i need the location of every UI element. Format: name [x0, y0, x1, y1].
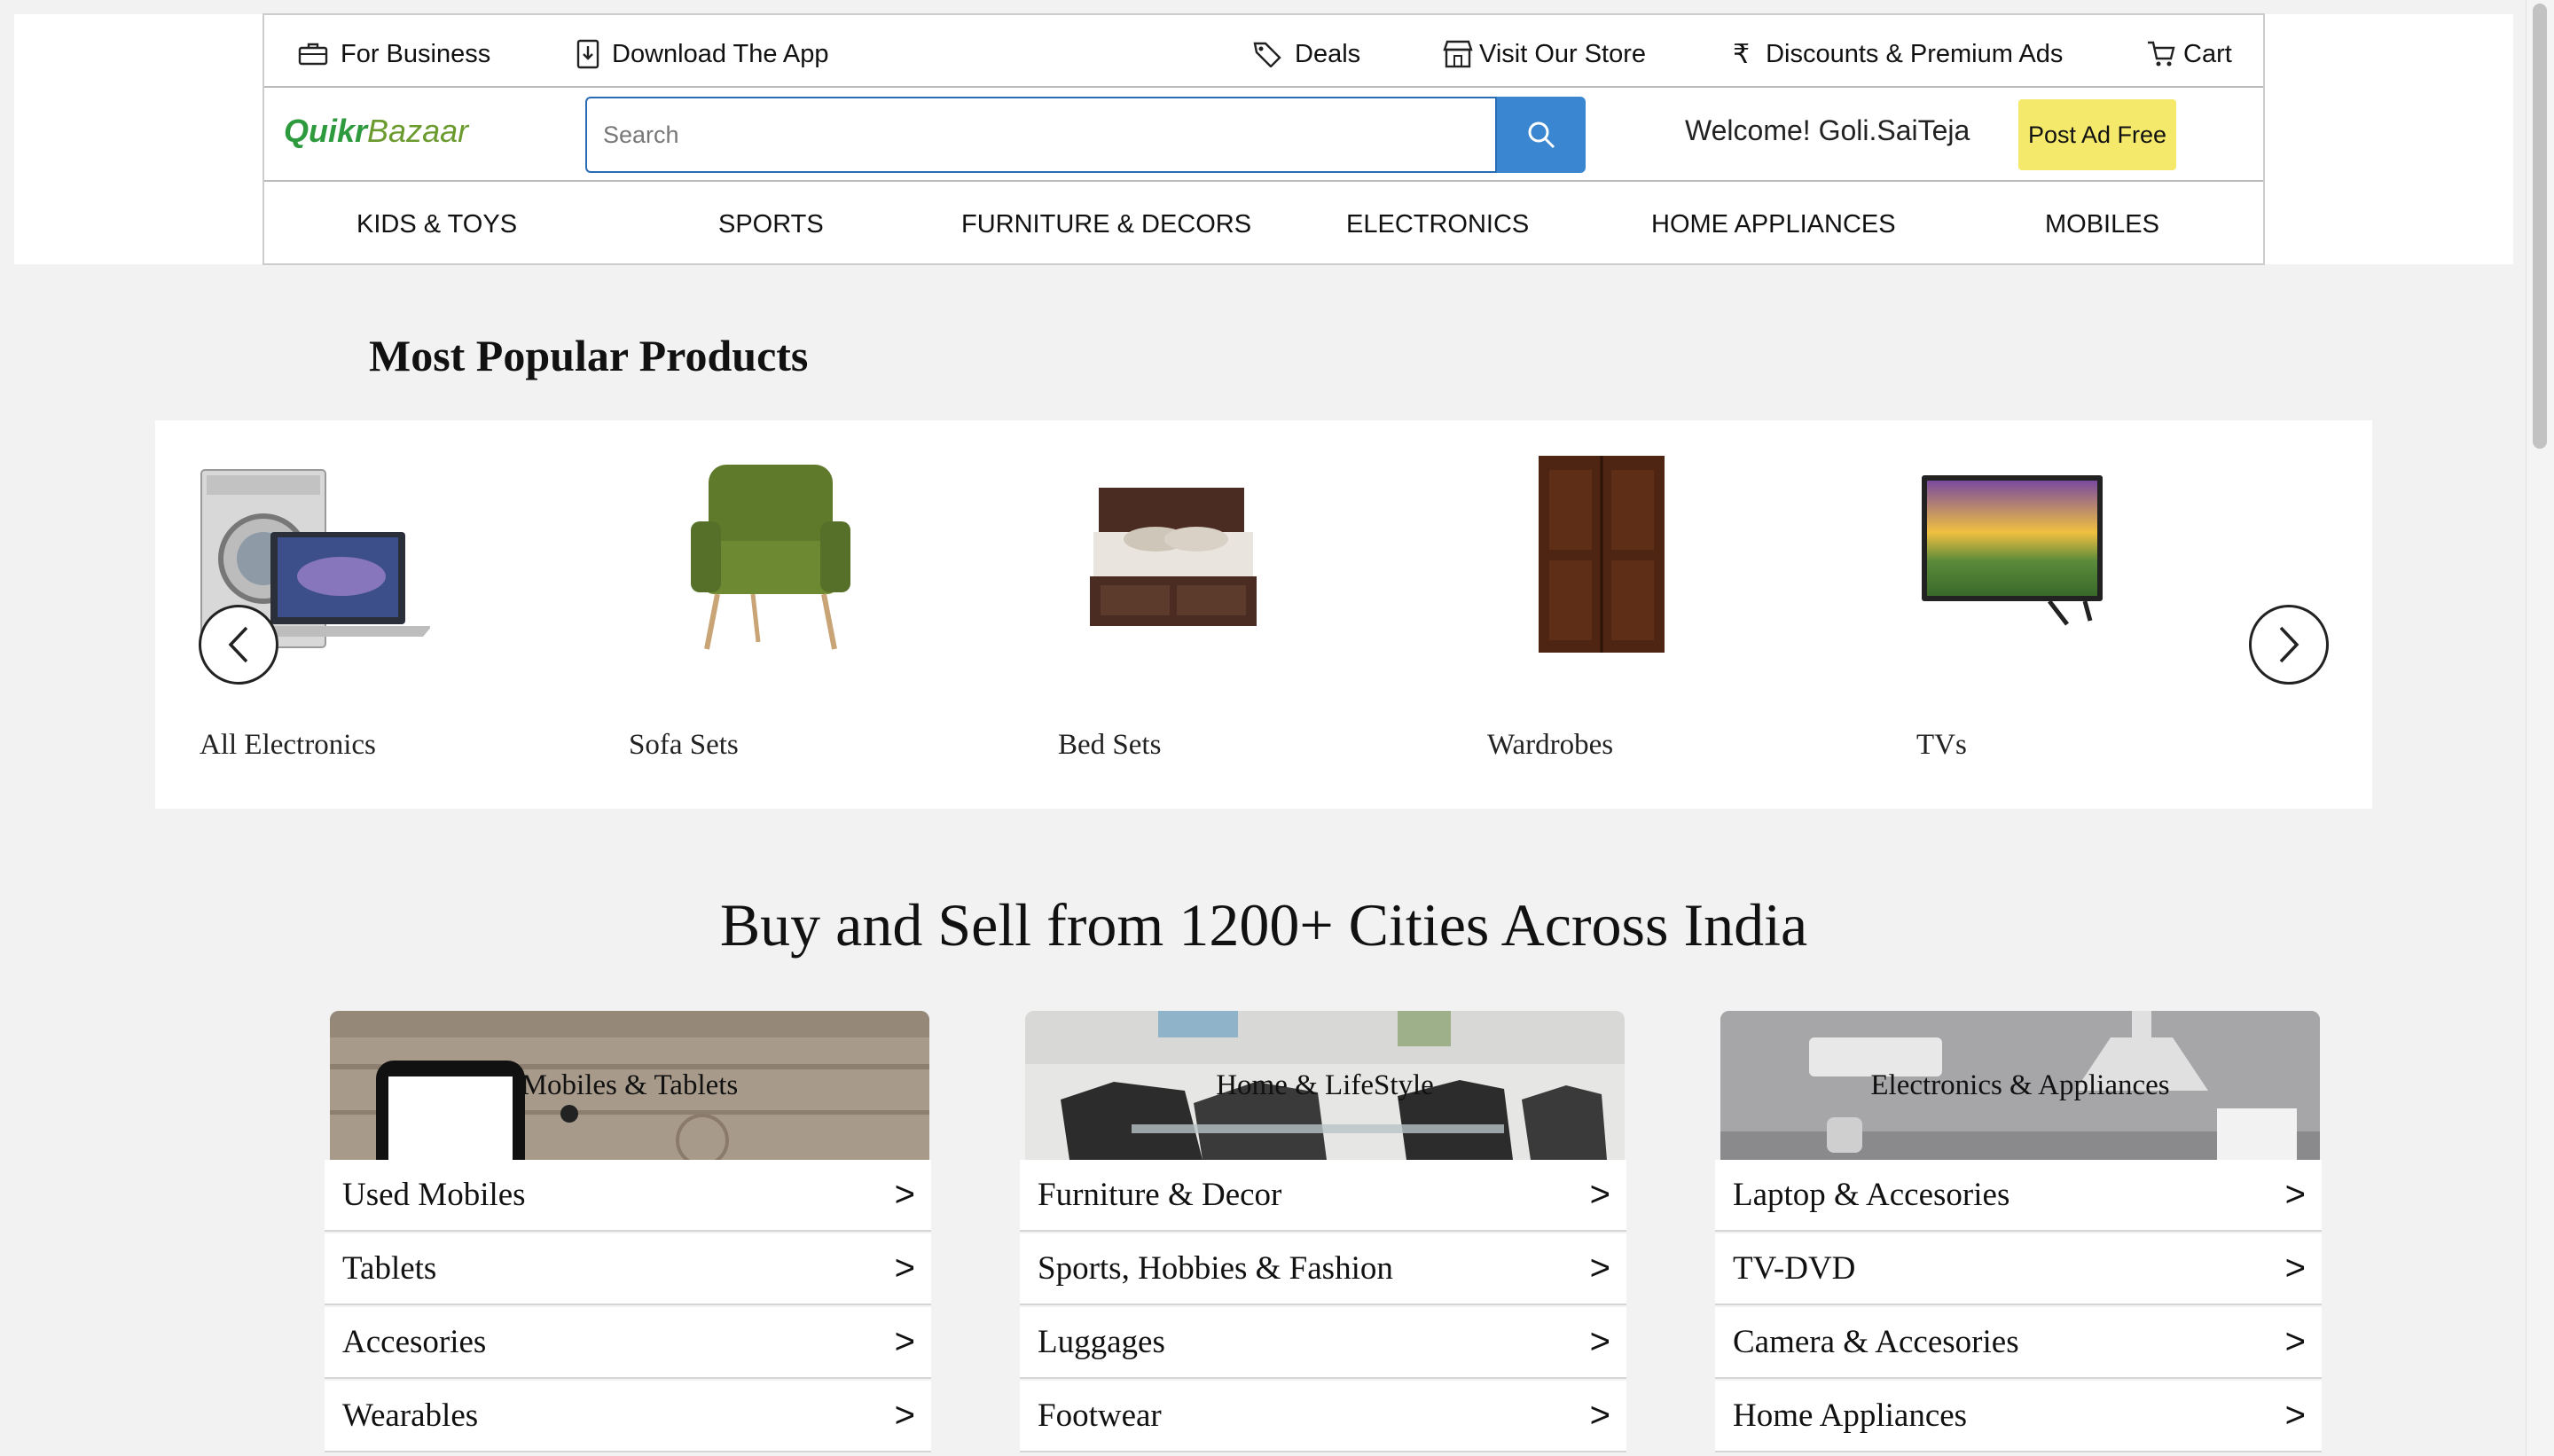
- chevron-right-icon: >: [2284, 1322, 2306, 1361]
- category-link[interactable]: Luggages >: [1020, 1307, 1626, 1379]
- chevron-right-icon: >: [1589, 1249, 1610, 1288]
- chevron-right-icon: >: [1589, 1175, 1610, 1214]
- nav-electronics[interactable]: ELECTRONICS: [1346, 201, 1529, 247]
- store-icon: [1443, 40, 1473, 68]
- logo-quikr: Quikr: [284, 113, 368, 149]
- category-link-label: Wearables: [342, 1397, 479, 1434]
- rupee-icon: ₹: [1733, 39, 1751, 69]
- discounts-label: Discounts & Premium Ads: [1766, 39, 2064, 68]
- post-ad-button[interactable]: Post Ad Free: [2018, 99, 2176, 170]
- category-link-label: Laptop & Accesories: [1733, 1177, 2010, 1213]
- product-label: TVs: [1916, 729, 1967, 761]
- deals-link[interactable]: Deals: [1252, 33, 1360, 75]
- product-card[interactable]: Sofa Sets: [629, 420, 948, 809]
- sofa-image: [691, 465, 850, 650]
- visit-store-link[interactable]: Visit Our Store: [1442, 33, 1646, 75]
- category-link-label: Luggages: [1038, 1324, 1165, 1360]
- category-link[interactable]: TV-DVD >: [1715, 1233, 2322, 1305]
- logo-bazaar: Bazaar: [367, 113, 469, 149]
- category-link-label: TV-DVD: [1733, 1250, 1856, 1287]
- welcome-message: Welcome! Goli.SaiTeja: [1685, 114, 1970, 146]
- category-link[interactable]: Footwear >: [1020, 1381, 1626, 1452]
- category-link[interactable]: Used Mobiles >: [325, 1160, 931, 1232]
- chevron-right-icon: >: [1589, 1396, 1610, 1435]
- cart-link[interactable]: Cart: [2146, 33, 2232, 75]
- download-app-link[interactable]: Download The App: [576, 33, 829, 75]
- nav-furniture-decors[interactable]: FURNITURE & DECORS: [961, 201, 1251, 247]
- category-link-label: Used Mobiles: [342, 1177, 526, 1213]
- wardrobe-image: [1539, 456, 1665, 653]
- chevron-left-icon: [228, 626, 248, 663]
- chevron-right-icon: [2279, 626, 2299, 663]
- category-link-label: Accesories: [342, 1324, 487, 1360]
- product-card[interactable]: TVs: [1916, 420, 2236, 809]
- cities-heading: Buy and Sell from 1200+ Cities Across In…: [719, 891, 1808, 959]
- category-link[interactable]: Wearables >: [325, 1381, 931, 1452]
- category-link[interactable]: Laptop & Accesories >: [1715, 1160, 2322, 1232]
- search-button[interactable]: [1497, 97, 1586, 173]
- briefcase-icon: [298, 43, 328, 66]
- nav-kids-toys[interactable]: KIDS & TOYS: [356, 201, 517, 247]
- nav-divider: [264, 180, 2263, 182]
- product-label: Wardrobes: [1487, 729, 1614, 761]
- bed-image: [1090, 488, 1257, 626]
- chevron-right-icon: >: [2284, 1175, 2306, 1214]
- for-business-label: For Business: [341, 39, 491, 68]
- carousel-prev-button[interactable]: [199, 605, 278, 685]
- category-link-label: Furniture & Decor: [1038, 1177, 1282, 1213]
- product-label: Sofa Sets: [629, 729, 739, 761]
- search-icon: [1528, 121, 1555, 149]
- category-title: Electronics & Appliances: [1870, 1069, 2170, 1101]
- product-label: All Electronics: [200, 729, 376, 761]
- category-link-label: Home Appliances: [1733, 1397, 1968, 1434]
- cart-label: Cart: [2183, 39, 2232, 68]
- product-card[interactable]: Bed Sets: [1058, 420, 1377, 809]
- category-link-label: Tablets: [342, 1250, 437, 1287]
- download-app-label: Download The App: [612, 39, 829, 68]
- carousel-next-button[interactable]: [2249, 605, 2329, 685]
- category-link-label: Camera & Accesories: [1733, 1324, 2019, 1360]
- download-icon: [576, 39, 599, 69]
- chevron-right-icon: >: [894, 1175, 915, 1214]
- chevron-right-icon: >: [894, 1396, 915, 1435]
- nav-home-appliances[interactable]: HOME APPLIANCES: [1651, 201, 1896, 247]
- product-label: Bed Sets: [1058, 729, 1162, 761]
- category-link[interactable]: Home Appliances >: [1715, 1381, 2322, 1452]
- popular-products-title: Most Popular Products: [369, 331, 809, 380]
- cart-icon: [2148, 41, 2175, 67]
- category-link[interactable]: Camera & Accesories >: [1715, 1307, 2322, 1379]
- category-link[interactable]: Furniture & Decor >: [1020, 1160, 1626, 1232]
- topbar-divider: [264, 86, 2263, 88]
- category-link[interactable]: Sports, Hobbies & Fashion >: [1020, 1233, 1626, 1305]
- nav-sports[interactable]: SPORTS: [718, 201, 824, 247]
- visit-store-label: Visit Our Store: [1479, 39, 1647, 68]
- category-banner[interactable]: Electronics & Appliances: [1720, 1011, 2320, 1160]
- chevron-right-icon: >: [894, 1249, 915, 1288]
- scrollbar-thumb[interactable]: [2533, 4, 2547, 449]
- discounts-link[interactable]: ₹ Discounts & Premium Ads: [1733, 33, 2063, 75]
- category-banner[interactable]: Mobiles & Tablets: [330, 1011, 929, 1160]
- deals-label: Deals: [1295, 39, 1361, 68]
- nav-mobiles[interactable]: MOBILES: [2045, 201, 2159, 247]
- category-link-label: Footwear: [1038, 1397, 1162, 1434]
- chevron-right-icon: >: [2284, 1249, 2306, 1288]
- tv-image: [1922, 475, 2103, 626]
- popular-products-carousel: All Electronics Sofa Sets Bed Sets Wardr…: [155, 420, 2372, 809]
- site-header: For Business Download The App Deals Visi…: [262, 13, 2265, 265]
- tag-icon: [1253, 42, 1281, 67]
- product-card[interactable]: Wardrobes: [1487, 420, 1806, 809]
- search-input[interactable]: [585, 97, 1497, 173]
- chevron-right-icon: >: [2284, 1396, 2306, 1435]
- category-link[interactable]: Accesories >: [325, 1307, 931, 1379]
- quikr-bazaar-logo[interactable]: QuikrBazaar: [284, 113, 468, 150]
- for-business-link[interactable]: For Business: [298, 33, 490, 75]
- category-title: Mobiles & Tablets: [521, 1069, 739, 1101]
- category-link[interactable]: Tablets >: [325, 1233, 931, 1305]
- category-banner[interactable]: Home & LifeStyle: [1025, 1011, 1625, 1160]
- category-link-label: Sports, Hobbies & Fashion: [1038, 1250, 1393, 1287]
- category-title: Home & LifeStyle: [1216, 1069, 1434, 1101]
- chevron-right-icon: >: [894, 1322, 915, 1361]
- chevron-right-icon: >: [1589, 1322, 1610, 1361]
